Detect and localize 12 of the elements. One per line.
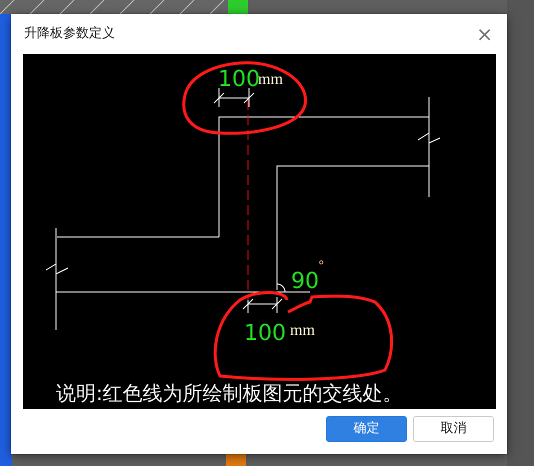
window-title: 升降板参数定义 [24,25,115,44]
confirm-button[interactable]: 确定 [326,416,407,442]
unit-label: mm [290,322,315,339]
cancel-button[interactable]: 取消 [413,416,494,442]
caption-text: 说明:红色线为所绘制板图元的交线处。 [56,381,403,405]
background-status-marker [226,454,246,466]
dimension-value: 100 [218,67,260,92]
close-button[interactable]: × [472,24,497,44]
degree-sign: ° [318,259,324,274]
dimension-value: 100 [244,321,286,346]
unit-label: mm [258,71,283,88]
angle-value: 90 [291,269,319,294]
